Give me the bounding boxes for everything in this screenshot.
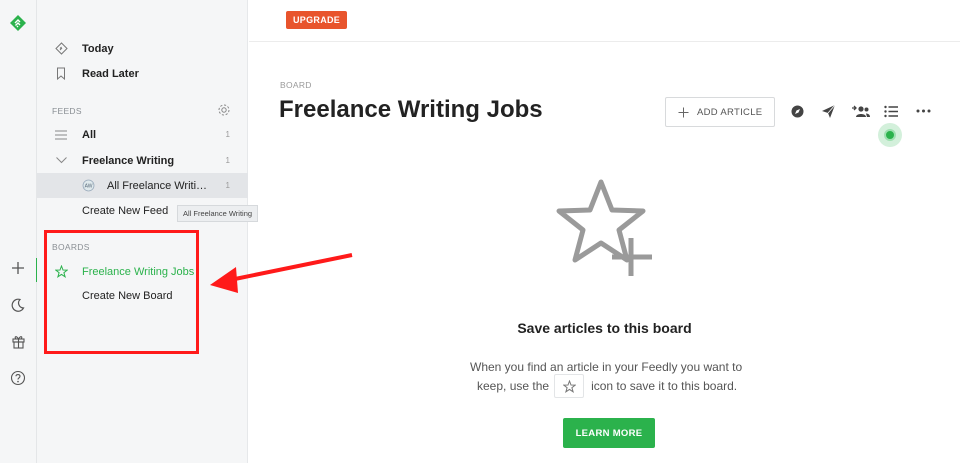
hamburger-icon <box>54 128 68 142</box>
sidebar-item-read-later[interactable]: Read Later <box>37 61 248 86</box>
add-article-button[interactable]: ADD ARTICLE <box>665 97 775 127</box>
sidebar-item-label: Create New Feed <box>82 204 169 217</box>
annotation-highlight-box <box>44 230 199 354</box>
empty-state-line: keep, use the <box>477 379 550 393</box>
bookmark-icon <box>54 67 68 81</box>
page-title: Freelance Writing Jobs <box>279 96 543 123</box>
star-icon <box>554 374 585 398</box>
annotation-arrow-icon <box>210 253 353 293</box>
feed-favicon-icon: AW <box>81 179 95 193</box>
sidebar-item-label: Freelance Writing <box>82 154 175 167</box>
sidebar-item-label: All <box>82 128 97 141</box>
status-indicator[interactable] <box>878 123 902 147</box>
compass-icon[interactable] <box>788 102 806 120</box>
empty-state-text-2: keep, use the icon to save it to this bo… <box>477 373 737 399</box>
sidebar-item-label: All Freelance Writi… <box>107 179 208 192</box>
sidebar-item-label: Today <box>82 42 114 55</box>
learn-more-button[interactable]: LEARN MORE <box>563 418 655 448</box>
more-icon[interactable] <box>914 102 932 120</box>
unread-count: 1 <box>225 130 230 139</box>
list-view-icon[interactable] <box>882 102 900 120</box>
feed-tooltip: All Freelance Writing <box>177 205 259 222</box>
chevron-down-icon[interactable] <box>54 154 68 168</box>
upgrade-button[interactable]: UPGRADE <box>286 11 348 29</box>
empty-state-line: When you find an article in your Feedly … <box>470 360 743 374</box>
moon-icon[interactable] <box>9 296 27 314</box>
add-article-label: ADD ARTICLE <box>697 106 763 118</box>
empty-state-title: Save articles to this board <box>517 320 692 336</box>
share-people-icon[interactable] <box>850 102 872 120</box>
svg-text:AW: AW <box>84 184 92 190</box>
unread-count: 1 <box>225 156 230 165</box>
feedly-logo-icon[interactable] <box>9 14 27 32</box>
gear-icon[interactable] <box>217 103 231 117</box>
sidebar-item-today[interactable]: Today <box>37 36 248 61</box>
left-rail <box>0 0 38 463</box>
plus-icon[interactable] <box>9 259 27 277</box>
send-icon[interactable] <box>819 102 837 120</box>
empty-state-line: icon to save it to this board. <box>591 379 738 393</box>
gift-icon[interactable] <box>9 332 27 350</box>
feeds-section-label: FEEDS <box>52 106 82 116</box>
sidebar-item-all[interactable]: All 1 <box>37 122 248 147</box>
sidebar-item-all-freelance-writing[interactable]: AW All Freelance Writi… 1 <box>37 173 248 198</box>
star-add-icon <box>556 179 652 276</box>
plus-icon <box>677 106 689 118</box>
unread-count: 1 <box>225 181 230 190</box>
sidebar-item-label: Read Later <box>82 67 139 80</box>
today-icon <box>54 42 68 56</box>
top-bar: UPGRADE <box>249 0 960 42</box>
sidebar-item-freelance-writing[interactable]: Freelance Writing 1 <box>37 148 248 173</box>
help-icon[interactable] <box>9 369 27 387</box>
breadcrumb: BOARD <box>280 80 312 90</box>
